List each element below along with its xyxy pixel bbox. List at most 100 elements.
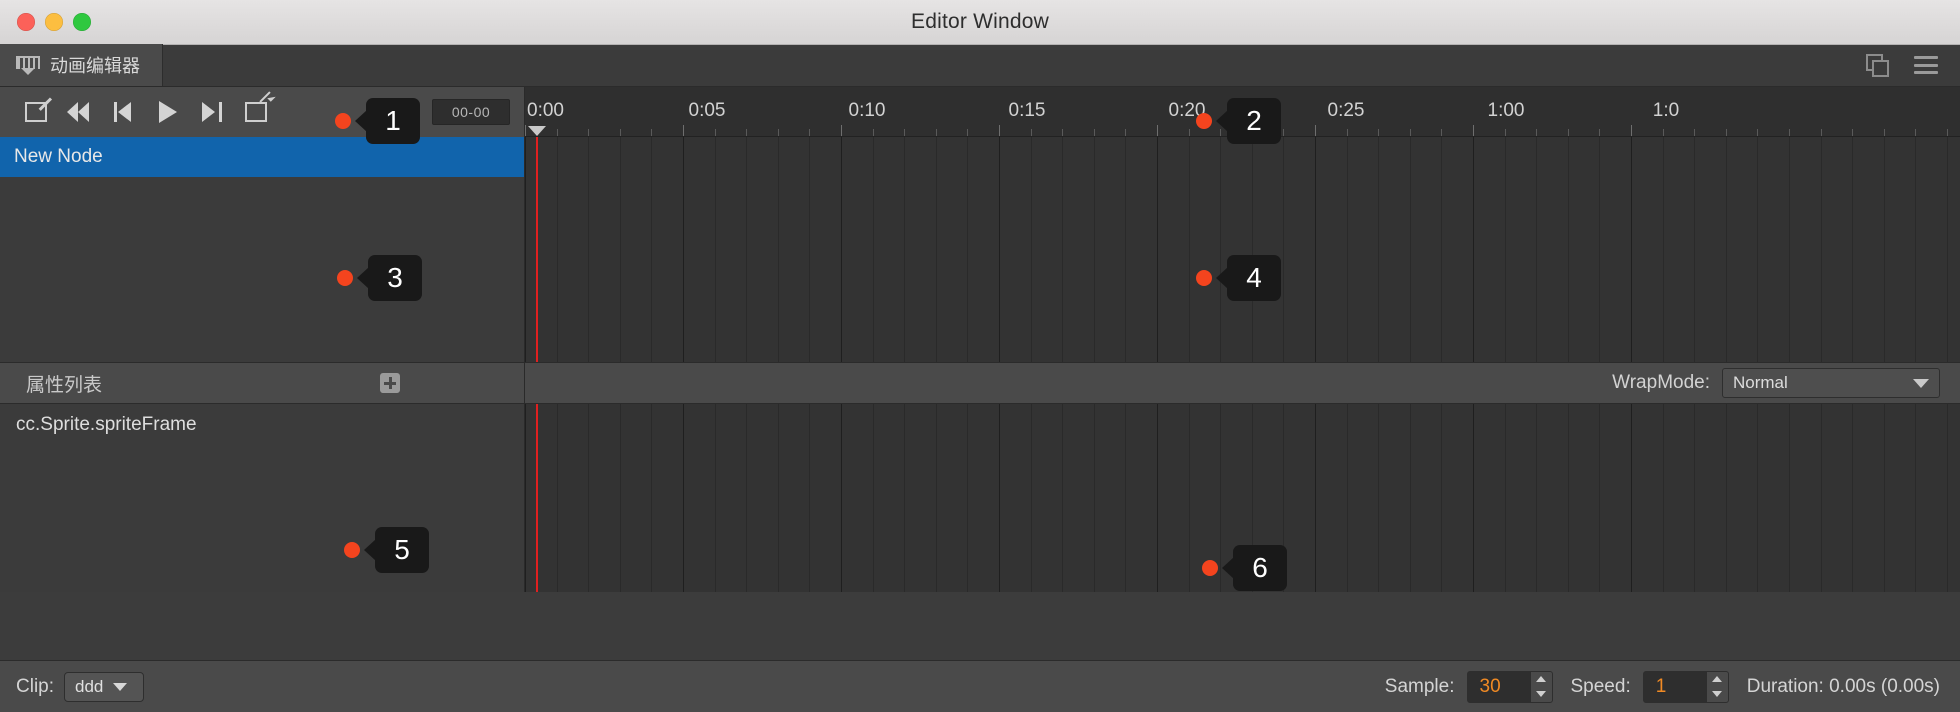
ruler-tick (1473, 125, 1474, 136)
speed-group: Speed: 1 (1571, 670, 1729, 703)
timeline-gridline (1347, 137, 1348, 362)
speed-stepper-buttons[interactable] (1705, 671, 1728, 702)
ruler-tick (1536, 129, 1537, 136)
current-time-field[interactable]: 00-00 (432, 99, 510, 125)
timeline-gridline (1062, 137, 1063, 362)
ruler-tick (1252, 129, 1253, 136)
timeline-gridline (1726, 137, 1727, 362)
timeline-gridline (651, 137, 652, 362)
ruler-tick (1757, 129, 1758, 136)
open-external-button[interactable] (234, 92, 278, 132)
edit-mode-button[interactable] (14, 92, 58, 132)
timeline-gridline (1663, 404, 1664, 592)
timeline-gridline (1062, 404, 1063, 592)
timeline-gridline (1189, 404, 1190, 592)
timeline-gridline (1094, 137, 1095, 362)
hamburger-menu-icon[interactable] (1914, 56, 1938, 74)
ruler-tick (1094, 129, 1095, 136)
node-row-new-node[interactable]: New Node (0, 137, 524, 177)
stepper-down-icon[interactable] (1712, 691, 1723, 697)
add-property-button[interactable] (380, 373, 400, 393)
timeline-gridline (1220, 137, 1221, 362)
timeline-gridline (620, 137, 621, 362)
sample-stepper[interactable]: 30 (1466, 670, 1553, 703)
title-bar: Editor Window (0, 0, 1960, 45)
copy-panel-icon[interactable] (1866, 54, 1889, 77)
speed-stepper[interactable]: 1 (1642, 670, 1729, 703)
play-button[interactable] (146, 92, 190, 132)
timeline-gridline (588, 137, 589, 362)
ruler-tick (1599, 129, 1600, 136)
timeline-gridline (1157, 404, 1158, 592)
timeline-gridline (1252, 404, 1253, 592)
stepper-up-icon[interactable] (1712, 676, 1723, 682)
sample-stepper-buttons[interactable] (1529, 671, 1552, 702)
timeline-gridline (620, 404, 621, 592)
timeline-gridline (967, 404, 968, 592)
timeline-gridline (1694, 137, 1695, 362)
property-track-area[interactable] (525, 404, 1960, 592)
ruler-tick (841, 125, 842, 136)
ruler-tick (1062, 129, 1063, 136)
timeline-gridline (841, 404, 842, 592)
timeline-gridline (1947, 137, 1948, 362)
timeline-gridline (1125, 137, 1126, 362)
toolbar-ruler-row: 00-00 0:00 0:05 0:10 0:15 0:20 0:25 1:00 1:0 (0, 87, 1960, 137)
ruler-tick (1410, 129, 1411, 136)
property-list-header: 属性列表 (0, 362, 525, 404)
timeline-gridline (1378, 404, 1379, 592)
ruler-tick (778, 129, 779, 136)
playhead[interactable] (536, 404, 538, 592)
timeline-gridline (1947, 404, 1948, 592)
timeline-gridline (1283, 137, 1284, 362)
timeline-gridline (557, 137, 558, 362)
timeline-gridline (746, 137, 747, 362)
timeline-gridline (1125, 404, 1126, 592)
timeline-gridline (1252, 137, 1253, 362)
ruler-tick (1157, 125, 1158, 136)
timeline-gridline (841, 137, 842, 362)
ruler-tick (1220, 129, 1221, 136)
ruler-tick (809, 129, 810, 136)
ruler-label: 1:00 (1487, 100, 1525, 121)
timeline-gridline (715, 137, 716, 362)
sample-value[interactable]: 30 (1467, 671, 1530, 702)
timeline-gridline (1189, 137, 1190, 362)
playback-toolbar: 00-00 (0, 87, 525, 137)
timeline-gridline (1663, 137, 1664, 362)
timeline-ruler[interactable]: 0:00 0:05 0:10 0:15 0:20 0:25 1:00 1:0 (525, 87, 1960, 137)
timeline-gridline (809, 137, 810, 362)
ruler-tick (1947, 129, 1948, 136)
clip-label: Clip: (16, 675, 55, 697)
node-track-area[interactable] (525, 137, 1960, 362)
tab-animation-editor[interactable]: 动画编辑器 (0, 44, 163, 86)
property-row-spriteframe[interactable]: cc.Sprite.spriteFrame (0, 404, 524, 446)
clip-select[interactable]: ddd (64, 671, 145, 702)
jump-to-start-button[interactable] (58, 92, 102, 132)
playhead[interactable] (536, 137, 538, 362)
timeline-gridline (1094, 404, 1095, 592)
playhead-handle[interactable] (528, 126, 546, 136)
ruler-tick (1125, 129, 1126, 136)
timeline-gridline (1536, 137, 1537, 362)
stepper-up-icon[interactable] (1536, 676, 1546, 682)
timeline-gridline (715, 404, 716, 592)
ruler-tick (1505, 129, 1506, 136)
ruler-tick (1031, 129, 1032, 136)
stepper-down-icon[interactable] (1536, 691, 1546, 697)
ruler-tick (999, 125, 1000, 136)
timeline-gridline (1789, 137, 1790, 362)
wrapmode-select[interactable]: Normal (1722, 368, 1940, 398)
sample-group: Sample: 30 (1385, 670, 1553, 703)
timeline-gridline (1884, 137, 1885, 362)
prev-frame-button[interactable] (102, 92, 146, 132)
speed-value[interactable]: 1 (1643, 671, 1706, 702)
chevron-down-icon (113, 682, 128, 691)
next-frame-button[interactable] (190, 92, 234, 132)
ruler-tick (746, 129, 747, 136)
timeline-gridline (1694, 404, 1695, 592)
ruler-label: 0:25 (1327, 100, 1365, 121)
ruler-label: 0:05 (688, 100, 726, 121)
ruler-label: 0:00 (527, 100, 564, 121)
timeline-gridline (1726, 404, 1727, 592)
